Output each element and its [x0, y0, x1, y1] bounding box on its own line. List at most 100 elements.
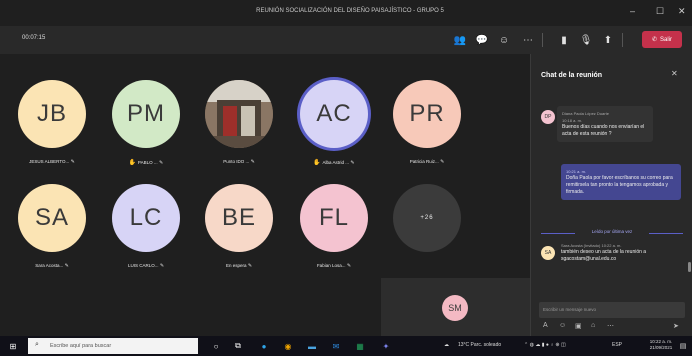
- participant-avatar: AC: [300, 80, 368, 148]
- reactions-icon[interactable]: ☺: [496, 32, 512, 48]
- windows-start-icon[interactable]: ⊞: [6, 340, 20, 352]
- mic-muted-icon: ✎: [157, 160, 164, 166]
- file-explorer-icon[interactable]: ▬: [306, 340, 318, 352]
- chat-message: Diana Paola López Duarte 10:18 a. m. Bue…: [557, 106, 653, 142]
- avatar: SA: [541, 246, 555, 260]
- participant-tile[interactable]: +26: [384, 176, 470, 266]
- share-screen-icon[interactable]: ⬆: [600, 32, 616, 48]
- participant-label: LUIS CARLO... ✎: [103, 263, 189, 269]
- phone-icon: ✆: [651, 37, 657, 43]
- meeting-toolbar: 00:07:15 👥 💬 ☺ ⋯ ▮ 🎙 ⬆ ✆ Salir: [0, 26, 692, 54]
- send-icon[interactable]: ➤: [673, 322, 679, 330]
- participant-tile[interactable]: SA Sara Acosta... ✎: [9, 176, 95, 269]
- leave-button[interactable]: ✆ Salir: [642, 31, 682, 48]
- participant-name: LUIS CARLO...: [127, 263, 159, 268]
- self-preview[interactable]: SM: [381, 278, 530, 336]
- weather-icon[interactable]: ☁: [444, 342, 449, 348]
- maximize-icon[interactable]: ☐: [656, 6, 664, 17]
- minimize-icon[interactable]: –: [630, 6, 635, 16]
- participant-tile[interactable]: JB JESUS ALBERTO... ✎: [9, 72, 95, 165]
- camera-icon[interactable]: ▮: [556, 32, 572, 48]
- participant-tile[interactable]: Punto IDO ... ✎: [196, 72, 282, 165]
- message-text: también deseo un acta de la reunión a sg…: [561, 249, 647, 262]
- participant-avatar: PR: [393, 80, 461, 148]
- participant-name: Fabian Losa...: [316, 263, 346, 268]
- system-tray-icons[interactable]: ⌃ ◍ ☁ ▮ ● ♁ ⊕ ◫: [524, 342, 566, 348]
- title-bar: REUNIÓN SOCIALIZACIÓN DEL DISEÑO PAISAJÍ…: [0, 0, 692, 26]
- participant-label: En espera ✎: [196, 263, 282, 269]
- excel-icon[interactable]: ▦: [354, 340, 366, 352]
- participant-avatar: LC: [112, 184, 180, 252]
- participants-icon[interactable]: 👥: [452, 32, 468, 48]
- participant-label: Patricia Ruiz... ✎: [384, 159, 470, 165]
- notifications-icon[interactable]: ▤: [678, 340, 688, 352]
- mic-muted-icon: ✎: [63, 263, 69, 269]
- task-view-icon[interactable]: ⧉: [232, 340, 244, 352]
- divider: [542, 33, 543, 47]
- mic-muted-icon: ✎: [158, 263, 165, 269]
- participant-name: Sara Acosta...: [35, 263, 64, 268]
- participant-photo: [205, 80, 273, 148]
- emoji-icon[interactable]: ☺: [559, 322, 566, 329]
- search-placeholder: Escribe aquí para buscar: [50, 343, 112, 349]
- chat-scrollbar[interactable]: [688, 262, 691, 272]
- participant-label: ✋ PABLO ... ✎: [103, 159, 189, 166]
- close-chat-icon[interactable]: ✕: [671, 69, 678, 78]
- chrome-icon[interactable]: ◉: [282, 340, 294, 352]
- message-author: Diana Paola López Duarte: [562, 111, 609, 116]
- cortana-icon[interactable]: ○: [210, 340, 222, 352]
- self-avatar: SM: [442, 295, 468, 321]
- participant-avatar: PM: [112, 80, 180, 148]
- more-participants: +26: [393, 184, 461, 252]
- message-text: Doña Paola por favor escríbanos su corre…: [566, 175, 673, 195]
- taskbar-clock[interactable]: 10:22 a. m. 21/09/2021: [648, 339, 674, 351]
- participant-tile[interactable]: LC LUIS CARLO... ✎: [103, 176, 189, 269]
- chat-title: Chat de la reunión: [541, 72, 603, 79]
- participant-name: Punto IDO ...: [223, 159, 250, 164]
- participant-tile[interactable]: AC ✋ Alba Astrid ... ✎: [291, 72, 377, 166]
- search-icon: ⌕: [35, 341, 39, 348]
- avatar: DP: [541, 110, 555, 124]
- participant-gallery: JB JESUS ALBERTO... ✎ PM ✋ PABLO ... ✎ Punto…: [0, 54, 530, 336]
- participant-tile[interactable]: PR Patricia Ruiz... ✎: [384, 72, 470, 165]
- participant-avatar: FL: [300, 184, 368, 252]
- window-title: REUNIÓN SOCIALIZACIÓN DEL DISEÑO PAISAJÍ…: [256, 8, 444, 14]
- message-compose-input[interactable]: Escribir un mensaje nuevo: [539, 302, 685, 318]
- participant-tile[interactable]: BE En espera ✎: [196, 176, 282, 269]
- chat-panel: Chat de la reunión ✕ DP Diana Paola Lópe…: [530, 54, 692, 336]
- attach-icon[interactable]: ⌂: [591, 322, 595, 329]
- chat-icon[interactable]: 💬: [474, 32, 490, 48]
- participant-avatar: BE: [205, 184, 273, 252]
- mic-muted-icon: ✎: [69, 159, 75, 165]
- participant-label: Sara Acosta... ✎: [9, 263, 95, 269]
- participant-label: Punto IDO ... ✎: [196, 159, 282, 165]
- weather-text: 13°C Parc. soleado: [458, 342, 502, 348]
- participant-tile[interactable]: FL Fabian Losa... ✎: [291, 176, 377, 269]
- last-read-divider: Leído por última vez: [541, 229, 683, 237]
- divider: [622, 33, 623, 47]
- message-time: 10:21 a. m.: [566, 169, 587, 174]
- format-icon[interactable]: A: [543, 322, 548, 329]
- taskbar: ⊞ ⌕ Escribe aquí para buscar ○ ⧉ ● ◉ ▬ ✉…: [0, 336, 692, 356]
- close-window-icon[interactable]: ✕: [678, 6, 686, 17]
- participant-label: Fabian Losa... ✎: [291, 263, 377, 269]
- participant-tile[interactable]: PM ✋ PABLO ... ✎: [103, 72, 189, 166]
- participant-avatar: JB: [18, 80, 86, 148]
- leave-label: Salir: [660, 36, 673, 43]
- edge-icon[interactable]: ●: [258, 340, 270, 352]
- language-indicator[interactable]: ESP: [612, 342, 622, 348]
- mail-icon[interactable]: ✉: [330, 340, 342, 352]
- message-text: Buenos días cuando nos enviarían el acta…: [562, 124, 645, 137]
- gif-icon[interactable]: ▣: [575, 322, 582, 330]
- participant-name: Alba Astrid ...: [322, 160, 350, 165]
- room-photo: [205, 80, 273, 148]
- raised-hand-icon: ✋: [313, 160, 323, 166]
- message-author: Sara Acosta (Invitado): [561, 243, 601, 248]
- participant-name: PABLO ...: [137, 160, 158, 165]
- microphone-icon[interactable]: 🎙: [578, 32, 594, 48]
- teams-icon[interactable]: ✦: [380, 340, 392, 352]
- more-options-icon[interactable]: ⋯: [520, 32, 536, 48]
- more-icon[interactable]: ⋯: [607, 322, 614, 330]
- taskbar-search-input[interactable]: ⌕ Escribe aquí para buscar: [28, 338, 198, 354]
- participant-label: ✋ Alba Astrid ... ✎: [291, 159, 377, 166]
